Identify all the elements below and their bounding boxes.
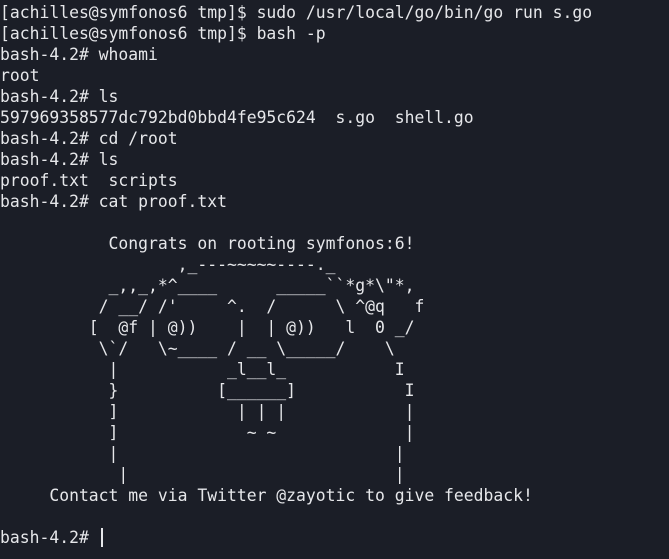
terminal-line: 597969358577dc792bd0bbd4fe95c624 s.go sh… bbox=[0, 108, 474, 127]
prompt-line[interactable]: bash-4.2# bbox=[0, 527, 669, 548]
terminal-window[interactable]: [achilles@symfonos6 tmp]$ sudo /usr/loca… bbox=[0, 0, 669, 559]
text-cursor bbox=[100, 528, 103, 547]
terminal-line: ] | | | | bbox=[0, 402, 415, 421]
terminal-line: \`/ \~____ / __ \_____/ \ bbox=[0, 339, 395, 358]
terminal-line: [ @f | @)) | | @)) l 0 _/ bbox=[0, 318, 415, 337]
terminal-line: | | bbox=[0, 465, 405, 484]
terminal-line: } [______] I bbox=[0, 381, 415, 400]
prompt-text: bash-4.2# bbox=[0, 528, 99, 547]
terminal-line: ,_---~~~~~----._ bbox=[0, 255, 336, 274]
terminal-line: | _l__l_ I bbox=[0, 360, 405, 379]
terminal-line: [achilles@symfonos6 tmp]$ bash -p bbox=[0, 24, 326, 43]
terminal-line: _,,_,*^____ _____``*g*\"*, bbox=[0, 276, 415, 295]
terminal-line: | | bbox=[0, 444, 405, 463]
terminal-line: [achilles@symfonos6 tmp]$ sudo /usr/loca… bbox=[0, 3, 593, 22]
terminal-line: Contact me via Twitter @zayotic to give … bbox=[0, 486, 533, 505]
terminal-line: bash-4.2# cat proof.txt bbox=[0, 192, 227, 211]
terminal-line: / __/ /' ^. / \ ^@q f bbox=[0, 297, 425, 316]
terminal-line: bash-4.2# ls bbox=[0, 150, 119, 169]
terminal-line: root bbox=[0, 66, 40, 85]
terminal-line: bash-4.2# whoami bbox=[0, 45, 158, 64]
terminal-line: bash-4.2# cd /root bbox=[0, 129, 178, 148]
terminal-line: Congrats on rooting symfonos:6! bbox=[0, 234, 415, 253]
terminal-line: ] ~ ~ | bbox=[0, 423, 415, 442]
terminal-line: bash-4.2# ls bbox=[0, 87, 119, 106]
terminal-line: proof.txt scripts bbox=[0, 171, 178, 190]
